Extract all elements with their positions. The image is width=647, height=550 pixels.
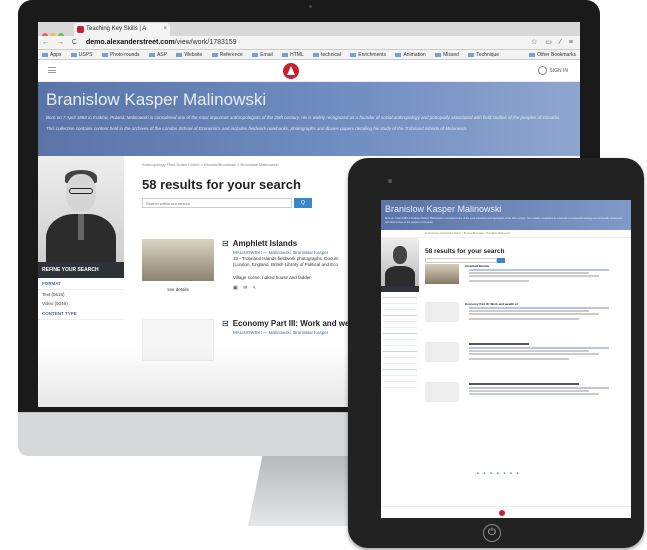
result-actions[interactable]: ▣ ✉ < bbox=[233, 285, 258, 291]
search-button[interactable]: Q bbox=[294, 198, 312, 208]
result-author[interactable]: MALINOWSKI — Malinowski, Bronislaw Kaspe… bbox=[233, 330, 328, 336]
site-logo[interactable] bbox=[283, 63, 299, 79]
signin-button[interactable]: SIGN IN bbox=[538, 66, 568, 75]
tablet-footer-logo bbox=[499, 510, 505, 516]
tablet-breadcrumb[interactable]: Anthropology Field Notes Online > Browse… bbox=[381, 230, 631, 238]
home-button[interactable]: ⏻ bbox=[483, 524, 501, 542]
hero-title: Branislow Kasper Malinowski bbox=[46, 90, 267, 109]
tablet-results: 58 results for your search Amphlett Isla… bbox=[425, 242, 625, 402]
facet-content-type[interactable]: CONTENT TYPE bbox=[38, 308, 124, 320]
other-bookmarks[interactable]: Other Bookmarks bbox=[529, 50, 576, 59]
select-checkbox-icon[interactable]: ⊟ bbox=[222, 319, 229, 328]
tablet-device: ⏻ Branislow Kasper Malinowski Born on 7 … bbox=[348, 158, 644, 548]
bookmark-item[interactable]: Email bbox=[252, 52, 273, 58]
bookmark-item[interactable]: Technique bbox=[468, 52, 499, 58]
tab-title: Teaching Key Skills | A bbox=[86, 26, 147, 32]
camera-dot bbox=[309, 5, 312, 8]
result-description: Village scene: naked house and fadder bbox=[233, 275, 311, 280]
bookmark-item[interactable]: HTML bbox=[282, 52, 304, 58]
tablet-result-title[interactable]: Economy Part III: Work and wealth of bbox=[465, 302, 518, 306]
bookmark-item[interactable]: ASP bbox=[149, 52, 167, 58]
tablet-search-input[interactable] bbox=[425, 258, 505, 263]
bookmark-item[interactable]: USPS bbox=[71, 52, 93, 58]
result-title-text: Amphlett Islands bbox=[232, 239, 298, 248]
tablet-sidebar bbox=[381, 238, 419, 458]
signin-label: SIGN IN bbox=[549, 67, 568, 74]
facet-item[interactable]: Text (5615) bbox=[38, 290, 124, 299]
url-path: /view/work/1783159 bbox=[174, 39, 237, 46]
result-title[interactable]: ⊟ Amphlett Islands bbox=[222, 239, 297, 248]
browser-tab[interactable]: Teaching Key Skills | A × bbox=[74, 23, 170, 36]
bookmark-item[interactable]: technical bbox=[313, 52, 341, 58]
hero-banner: Branislow Kasper Malinowski Born on 7 Ap… bbox=[38, 82, 580, 156]
tab-close-icon[interactable]: × bbox=[163, 23, 167, 36]
bookmark-item[interactable]: Apps bbox=[42, 52, 61, 58]
address-bar: ← → C demo.alexanderstreet.com/view/work… bbox=[38, 36, 580, 50]
bookmark-item[interactable]: Animation bbox=[395, 52, 425, 58]
tablet-footer bbox=[381, 506, 631, 518]
see-details-link[interactable]: see details bbox=[142, 287, 214, 292]
refine-search-heading: REFINE YOUR SEARCH bbox=[38, 262, 124, 278]
result-thumbnail[interactable] bbox=[142, 319, 214, 361]
search-input[interactable] bbox=[142, 198, 292, 208]
tablet-result-title[interactable]: Amphlett Islands bbox=[465, 264, 489, 268]
favicon-icon bbox=[77, 26, 84, 33]
bookmark-item[interactable]: Website bbox=[176, 52, 202, 58]
bookmark-item[interactable]: Missed bbox=[435, 52, 459, 58]
nav-buttons[interactable]: ← → C bbox=[42, 36, 80, 50]
result-meta: MALINOWSKI — Malinowski, Bronislaw Kaspe… bbox=[233, 330, 328, 336]
hero-collection-note: This collection contains content held in… bbox=[46, 126, 468, 131]
tablet-hero-title: Branislow Kasper Malinowski bbox=[385, 204, 502, 214]
tablet-screen: Branislow Kasper Malinowski Born on 7 Ap… bbox=[381, 200, 631, 518]
tablet-hero-bio: Born on 7 April 1884 in Kraków, Poland, … bbox=[385, 217, 622, 224]
facet-item[interactable]: Video (5046) bbox=[38, 299, 124, 308]
bookmarks-bar: Apps USPS Photo rounds ASP Website Refer… bbox=[38, 50, 580, 60]
result-meta: MALINOWSKI — Malinowski, Bronislaw Kaspe… bbox=[233, 250, 339, 268]
tablet-result-item[interactable] bbox=[425, 382, 625, 422]
sidebar: REFINE YOUR SEARCH FORMAT Text (5615) Vi… bbox=[38, 156, 124, 407]
tablet-result-item[interactable]: Amphlett Islands bbox=[425, 264, 625, 304]
site-header: SIGN IN bbox=[38, 60, 580, 82]
tablet-camera bbox=[388, 179, 392, 183]
tablet-result-item[interactable]: Economy Part III: Work and wealth of bbox=[425, 302, 625, 342]
bookmark-item[interactable]: Enrichments bbox=[350, 52, 386, 58]
toolbar-icons[interactable]: ☆ ▭ ⁄ ≡ bbox=[531, 36, 576, 50]
hero-bio: Born on 7 April 1884 in Kraków, Poland, … bbox=[46, 115, 561, 120]
portrait-photo bbox=[38, 156, 124, 262]
result-thumbnail[interactable] bbox=[142, 239, 214, 281]
facet-format[interactable]: FORMAT bbox=[38, 278, 124, 290]
url-field[interactable]: demo.alexanderstreet.com/view/work/17831… bbox=[86, 36, 237, 50]
tablet-result-item[interactable] bbox=[425, 342, 625, 382]
bookmark-item[interactable]: Photo rounds bbox=[102, 52, 140, 58]
tab-bar: Teaching Key Skills | A × bbox=[38, 22, 580, 39]
result-holding: (London, England. British Library of Pol… bbox=[233, 262, 339, 267]
user-icon bbox=[538, 66, 548, 75]
tablet-results-title: 58 results for your search bbox=[425, 248, 505, 255]
select-checkbox-icon[interactable]: ⊟ bbox=[222, 239, 229, 248]
tablet-hero: Branislow Kasper Malinowski Born on 7 Ap… bbox=[381, 200, 631, 230]
tablet-pagination[interactable]: ■ ■ ■ ■ ■ ■ ■ bbox=[477, 471, 521, 475]
menu-icon[interactable] bbox=[48, 67, 56, 73]
url-host: demo.alexanderstreet.com bbox=[86, 39, 175, 46]
bookmark-item[interactable]: Reference bbox=[212, 52, 243, 58]
tablet-portrait bbox=[381, 238, 419, 286]
